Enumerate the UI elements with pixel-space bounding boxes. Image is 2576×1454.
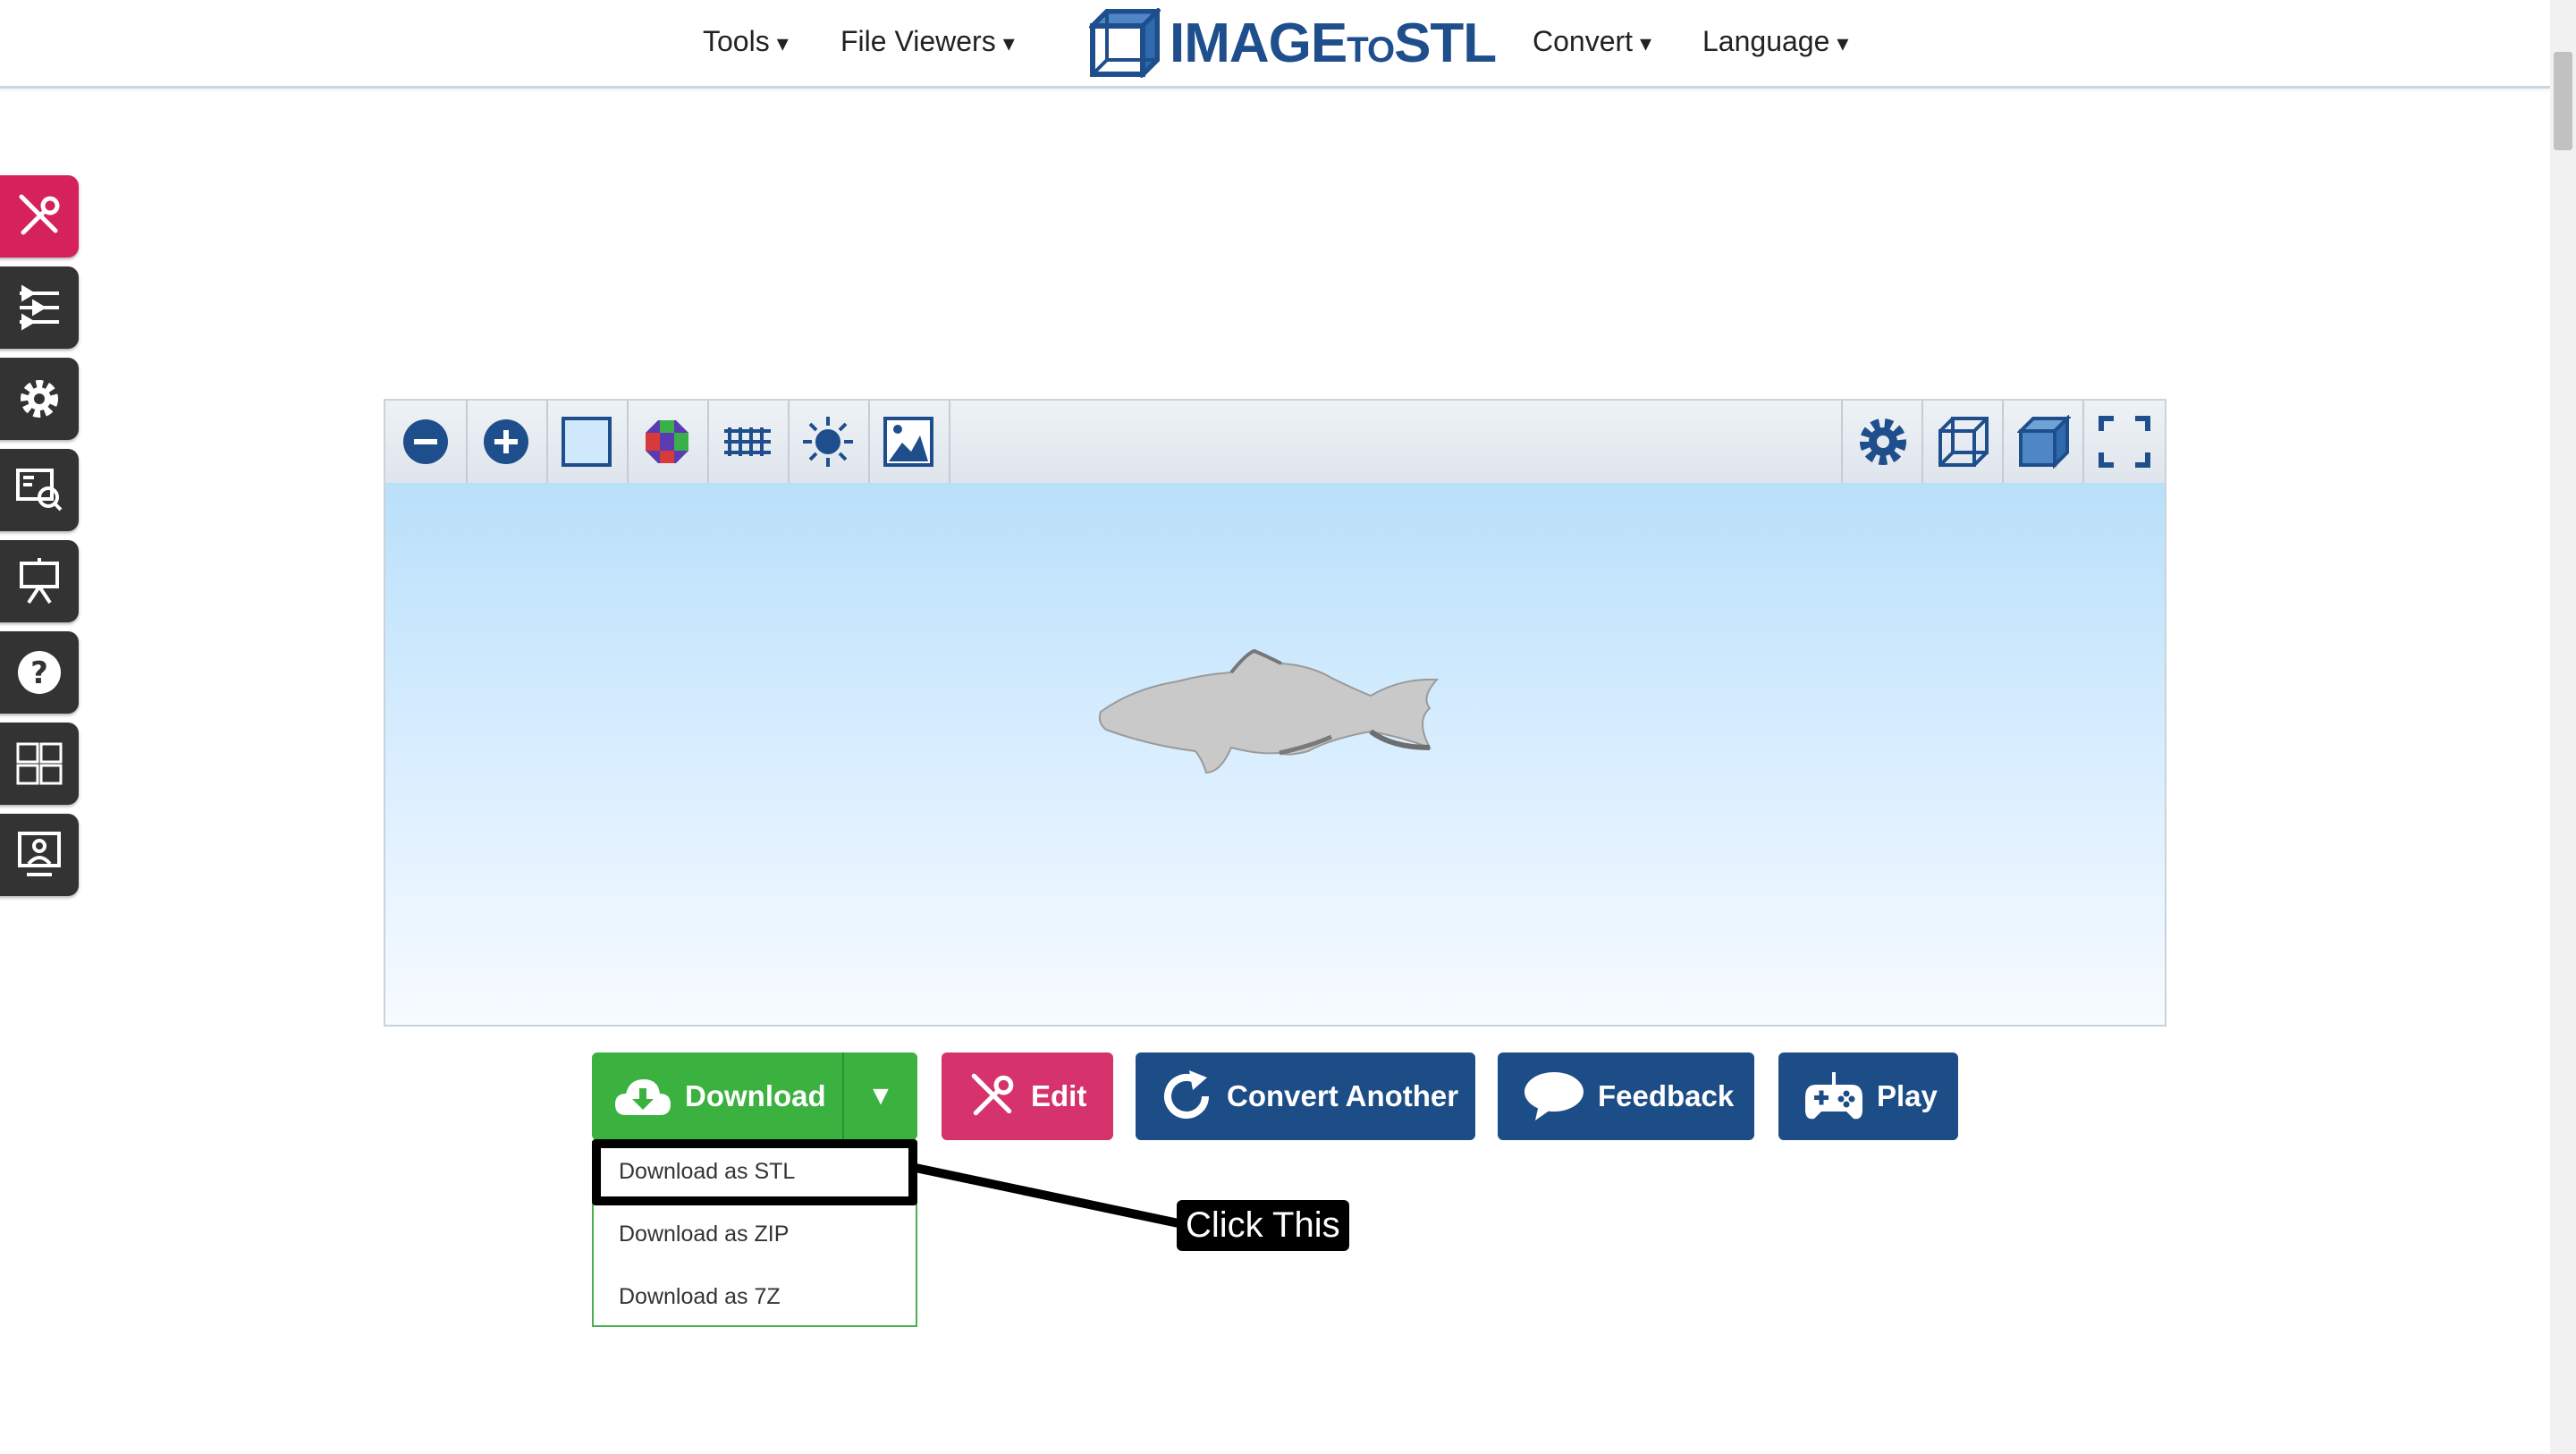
light-button[interactable] bbox=[788, 401, 870, 483]
top-navigation: Tools ▾ File Viewers ▾ IMAGETOSTL Convert ▾… bbox=[0, 0, 2550, 89]
nav-tools-label: Tools bbox=[703, 25, 770, 57]
logo-wordmark: IMAGETOSTL bbox=[1170, 12, 1497, 75]
search-doc-icon bbox=[16, 469, 63, 511]
side-options-button[interactable] bbox=[0, 266, 79, 349]
download-main[interactable]: Download bbox=[592, 1052, 844, 1140]
gamepad-icon bbox=[1805, 1072, 1862, 1120]
side-search-button[interactable] bbox=[0, 449, 79, 531]
side-tools-button[interactable] bbox=[0, 175, 79, 258]
tools-icon bbox=[19, 194, 60, 235]
viewer-settings-button[interactable] bbox=[1841, 401, 1923, 483]
download-as-stl[interactable]: Download as STL bbox=[619, 1159, 795, 1185]
play-button[interactable]: Play bbox=[1778, 1052, 1958, 1140]
model-viewer bbox=[384, 399, 2166, 1027]
viewer-canvas[interactable] bbox=[385, 483, 2165, 1025]
side-help-button[interactable]: ? bbox=[0, 631, 79, 714]
chevron-down-icon: ▾ bbox=[776, 30, 789, 56]
side-settings-button[interactable] bbox=[0, 358, 79, 440]
grid-icon bbox=[16, 742, 63, 785]
zoom-in-button[interactable] bbox=[466, 401, 548, 483]
fullscreen-button[interactable] bbox=[2082, 401, 2165, 483]
callout-label: Click This bbox=[1177, 1200, 1349, 1251]
side-support-button[interactable] bbox=[0, 814, 79, 896]
download-label: Download bbox=[685, 1079, 826, 1112]
cube-logo-icon bbox=[1089, 8, 1161, 78]
fullscreen-icon bbox=[2099, 416, 2150, 468]
viewer-toolbar bbox=[385, 401, 2165, 485]
solid-icon bbox=[2017, 415, 2071, 469]
scrollbar-thumb[interactable] bbox=[2554, 52, 2572, 150]
callout-pointer bbox=[912, 1163, 1180, 1228]
image-button[interactable] bbox=[868, 401, 950, 483]
wireframe-button[interactable] bbox=[1921, 401, 2004, 483]
help-icon: ? bbox=[18, 651, 61, 694]
background-button[interactable] bbox=[546, 401, 629, 483]
light-icon bbox=[803, 417, 853, 467]
refresh-icon bbox=[1164, 1070, 1209, 1119]
background-icon bbox=[562, 417, 612, 467]
play-label: Play bbox=[1877, 1079, 1938, 1112]
user-screen-icon bbox=[18, 832, 61, 876]
fish-model bbox=[1098, 648, 1440, 774]
logo-part-image: IMAGE bbox=[1170, 12, 1347, 74]
sliders-icon bbox=[20, 284, 59, 331]
wireframe-icon bbox=[1938, 417, 1989, 467]
nav-language-label: Language bbox=[1702, 25, 1830, 57]
nav-language[interactable]: Language ▾ bbox=[1702, 25, 1848, 58]
page-scrollbar[interactable] bbox=[2550, 0, 2576, 1454]
zoom-out-icon bbox=[403, 419, 448, 464]
convert-another-button[interactable]: Convert Another bbox=[1136, 1052, 1475, 1140]
edit-label: Edit bbox=[1031, 1079, 1087, 1112]
chevron-down-icon: ▾ bbox=[1837, 30, 1849, 56]
side-gallery-button[interactable] bbox=[0, 723, 79, 805]
gear-icon bbox=[21, 380, 58, 418]
logo-part-stl: STL bbox=[1394, 12, 1497, 74]
cloud-download-icon bbox=[615, 1079, 671, 1115]
svg-text:?: ? bbox=[30, 655, 48, 691]
nav-convert-label: Convert bbox=[1533, 25, 1634, 57]
nav-convert[interactable]: Convert ▾ bbox=[1533, 25, 1651, 58]
zoom-in-icon bbox=[484, 419, 528, 464]
zoom-out-button[interactable] bbox=[385, 401, 468, 483]
caret-down-icon: ▼ bbox=[867, 1081, 894, 1111]
tools-icon bbox=[971, 1073, 1014, 1116]
edit-button[interactable]: Edit bbox=[942, 1052, 1113, 1140]
color-button[interactable] bbox=[627, 401, 709, 483]
image-icon bbox=[883, 417, 933, 467]
side-presentation-button[interactable] bbox=[0, 540, 79, 622]
speech-bubble-icon bbox=[1524, 1072, 1584, 1120]
presentation-icon bbox=[20, 558, 59, 604]
site-logo[interactable]: IMAGETOSTL bbox=[1089, 7, 1497, 79]
convert-another-label: Convert Another bbox=[1227, 1079, 1459, 1112]
feedback-button[interactable]: Feedback bbox=[1498, 1052, 1754, 1140]
download-button[interactable]: Download ▼ bbox=[592, 1052, 917, 1140]
feedback-label: Feedback bbox=[1598, 1079, 1735, 1112]
logo-part-to: TO bbox=[1347, 30, 1395, 70]
solid-button[interactable] bbox=[2002, 401, 2084, 483]
color-icon bbox=[646, 420, 688, 463]
download-menu: Download as STL Download as ZIP Download… bbox=[592, 1141, 917, 1327]
grid-plane-button[interactable] bbox=[707, 401, 790, 483]
chevron-down-icon: ▾ bbox=[1002, 30, 1015, 56]
nav-file-viewers[interactable]: File Viewers ▾ bbox=[840, 25, 1015, 58]
nav-file-viewers-label: File Viewers bbox=[840, 25, 996, 57]
grid-plane-icon bbox=[724, 427, 771, 456]
download-as-7z[interactable]: Download as 7Z bbox=[619, 1284, 781, 1310]
nav-tools[interactable]: Tools ▾ bbox=[703, 25, 789, 58]
chevron-down-icon: ▾ bbox=[1640, 30, 1652, 56]
settings-icon bbox=[1860, 418, 1906, 465]
download-options-toggle[interactable]: ▼ bbox=[842, 1052, 917, 1140]
download-as-zip[interactable]: Download as ZIP bbox=[619, 1222, 789, 1247]
